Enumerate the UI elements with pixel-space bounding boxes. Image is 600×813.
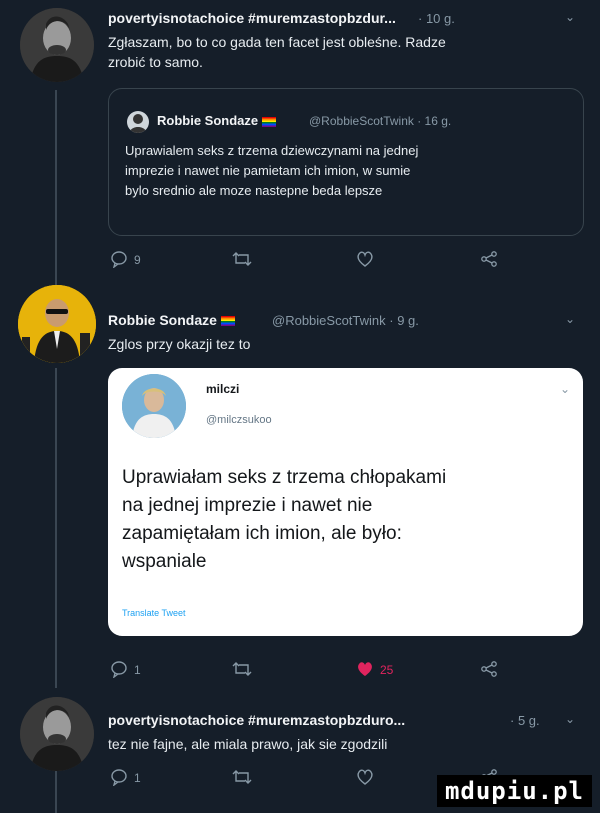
share-icon[interactable] [480,660,498,683]
retweet-icon[interactable] [232,768,252,791]
quoted-tweet[interactable]: Robbie Sondaze @RobbieScotTwink · 16 g. … [108,88,584,236]
quote-text-line-1: Uprawiałam seks z trzema chłopakami [122,467,447,488]
heart-filled-icon[interactable] [356,660,374,683]
retweet-icon[interactable] [232,660,252,683]
chevron-down-icon[interactable]: ⌄ [565,312,575,326]
like-count: 25 [380,663,394,677]
quote-avatar [122,374,186,438]
quote-avatar [127,111,149,133]
tweet-handle[interactable]: @RobbieScotTwink · 9 g. [272,313,419,328]
avatar[interactable] [20,8,94,82]
chevron-down-icon[interactable]: ⌄ [565,10,575,24]
rainbow-flag-icon [220,316,235,327]
tweet-author-name[interactable]: Robbie Sondaze [108,312,239,328]
quote-handle: @RobbieScotTwink · 16 g. [309,114,452,128]
chevron-down-icon: ⌄ [560,382,571,396]
tweet-text: tez nie fajne, ale miala prawo, jak sie … [108,736,388,752]
quote-handle: @milczsukoo [206,414,272,426]
avatar[interactable] [20,697,94,771]
heart-icon[interactable] [356,768,374,791]
tweet-text-line-2: zrobić to samo. [108,54,203,70]
thread-line-3 [55,770,57,813]
quote-text-line-3: bylo srednio ale moze nastepne beda leps… [125,183,383,198]
reply-count: 1 [134,771,141,785]
reply-count: 1 [134,663,141,677]
quote-text-line-4: wspaniale [122,551,207,572]
tweet-author[interactable]: povertyisnotachoice #muremzastopbzdur... [108,10,396,26]
reply-icon[interactable] [110,250,128,273]
quote-text-line-1: Uprawialem seks z trzema dziewczynami na… [125,143,419,158]
thread-line-1 [55,90,57,300]
quote-text-line-2: na jednej imprezie i nawet nie [122,495,373,516]
avatar[interactable] [18,285,96,363]
rainbow-flag-icon [262,116,277,127]
heart-icon[interactable] [356,250,374,273]
chevron-down-icon[interactable]: ⌄ [565,712,575,726]
tweet-text-line-1: Zgłaszam, bo to co gada ten facet jest o… [108,34,446,50]
reply-icon[interactable] [110,768,128,791]
retweet-icon[interactable] [232,250,252,273]
reply-icon[interactable] [110,660,128,683]
quote-author-name: milczi [206,382,240,396]
share-icon[interactable] [480,250,498,273]
tweet-timestamp[interactable]: · 5 g. [510,713,540,728]
tweet-text: Zglos przy okazji tez to [108,336,251,352]
quote-text-line-2: imprezie i nawet nie pamietam ich imion,… [125,163,411,178]
quote-text-line-3: zapamiętałam ich imion, ale było: [122,523,402,544]
thread-line-2 [55,368,57,688]
reply-count: 9 [134,253,141,267]
watermark-logo: mdupiu.pl [436,775,592,807]
translate-tweet-link[interactable]: Translate Tweet [122,608,186,618]
tweet-timestamp[interactable]: · 10 g. [418,11,455,26]
quoted-tweet[interactable]: milczi @milczsukoo ⌄ Uprawiałam seks z t… [108,368,583,636]
tweet-author[interactable]: povertyisnotachoice #muremzastopbzduro..… [108,712,405,728]
quote-author-name: Robbie Sondaze [157,113,280,128]
